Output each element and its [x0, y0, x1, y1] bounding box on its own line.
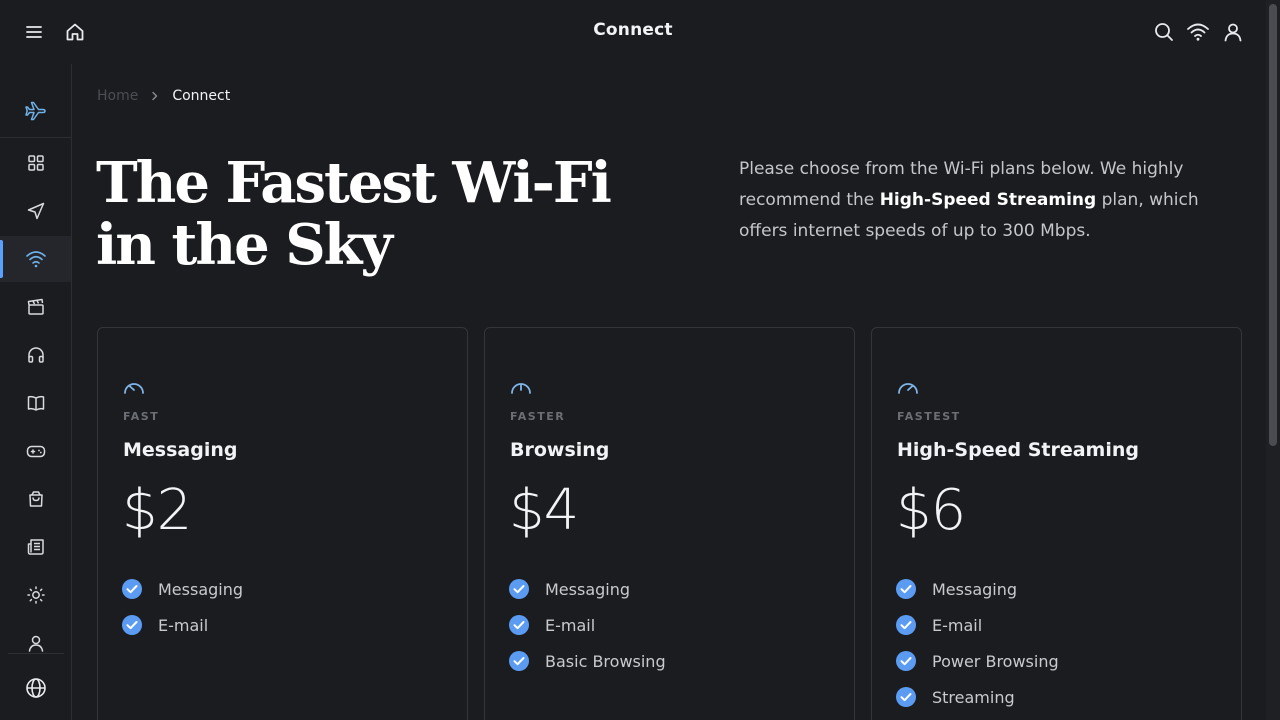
feature-label: Messaging: [158, 579, 244, 599]
feature-label: Streaming: [932, 687, 1015, 707]
user-icon: [26, 633, 46, 653]
search-icon[interactable]: [1150, 18, 1178, 46]
hero-description: Please choose from the Wi-Fi plans below…: [739, 154, 1239, 247]
feature-label: Messaging: [932, 579, 1018, 599]
sidebar: [0, 64, 72, 720]
check-circle-icon: [896, 651, 916, 671]
wifi-icon: [25, 249, 47, 269]
sidebar-item-dashboard[interactable]: [0, 140, 71, 186]
newspaper-icon: [26, 537, 46, 557]
feature-item: Messaging: [509, 571, 666, 607]
feature-label: Messaging: [545, 579, 631, 599]
sidebar-item-language[interactable]: [0, 665, 71, 711]
gamepad-icon: [25, 441, 47, 461]
plan-card-messaging[interactable]: FAST Messaging $2 Messaging E-mail: [97, 327, 468, 720]
check-circle-icon: [122, 615, 142, 635]
feature-label: Power Browsing: [932, 651, 1059, 671]
headphones-icon: [26, 345, 46, 365]
airplane-icon[interactable]: [0, 84, 71, 138]
plan-tier: FASTER: [510, 410, 566, 423]
speedometer-slow-icon: [122, 378, 146, 398]
sidebar-item-brightness[interactable]: [0, 572, 71, 618]
plan-card-browsing[interactable]: FASTER Browsing $4 Messaging E-mail Basi…: [484, 327, 855, 720]
feature-item: Basic Browsing: [509, 643, 666, 679]
sidebar-item-books[interactable]: [0, 380, 71, 426]
sidebar-item-shop[interactable]: [0, 476, 71, 522]
check-circle-icon: [896, 615, 916, 635]
check-circle-icon: [122, 579, 142, 599]
plan-tier: FAST: [123, 410, 160, 423]
check-circle-icon: [896, 579, 916, 599]
top-bar: Connect: [0, 0, 1266, 64]
plan-price: $2: [122, 478, 192, 543]
feature-label: E-mail: [158, 615, 209, 635]
feature-item: E-mail: [896, 607, 1059, 643]
scrollbar-thumb[interactable]: [1269, 4, 1277, 446]
sidebar-item-music[interactable]: [0, 332, 71, 378]
check-circle-icon: [509, 615, 529, 635]
plan-name: Browsing: [510, 439, 610, 461]
book-icon: [26, 393, 46, 413]
feature-item: Messaging: [896, 571, 1059, 607]
feature-item: E-mail: [509, 607, 666, 643]
sidebar-divider: [8, 653, 64, 654]
breadcrumb-home-link[interactable]: Home: [97, 88, 138, 104]
chevron-right-icon: [150, 91, 160, 101]
globe-icon: [25, 677, 47, 699]
feature-label: E-mail: [932, 615, 983, 635]
feature-item: E-mail: [122, 607, 243, 643]
grid-icon: [26, 153, 46, 173]
speedometer-medium-icon: [509, 378, 533, 398]
feature-item: Power Browsing: [896, 643, 1059, 679]
plan-tier: FASTEST: [897, 410, 961, 423]
plan-features: Messaging E-mail Power Browsing Streamin…: [896, 571, 1059, 715]
recommended-plan-highlight: High-Speed Streaming: [879, 190, 1097, 210]
account-icon[interactable]: [1219, 18, 1247, 46]
breadcrumb: Home Connect: [97, 88, 230, 104]
page-title: Connect: [593, 20, 673, 40]
feature-item: Messaging: [122, 571, 243, 607]
plan-name: High-Speed Streaming: [897, 439, 1139, 461]
breadcrumb-current: Connect: [172, 88, 231, 104]
check-circle-icon: [896, 687, 916, 707]
plan-features: Messaging E-mail Basic Browsing: [509, 571, 666, 679]
sun-icon: [26, 585, 46, 605]
plan-price: $6: [896, 478, 966, 543]
hero-title: The Fastest Wi-Fi in the Sky: [96, 150, 612, 278]
plan-name: Messaging: [123, 439, 238, 461]
speedometer-fast-icon: [896, 378, 920, 398]
feature-label: Basic Browsing: [545, 651, 666, 671]
sidebar-item-movies[interactable]: [0, 284, 71, 330]
check-circle-icon: [509, 579, 529, 599]
clapperboard-icon: [26, 297, 46, 317]
scrollbar[interactable]: [1266, 0, 1280, 720]
sidebar-item-games[interactable]: [0, 428, 71, 474]
sidebar-item-connect[interactable]: [0, 236, 71, 282]
plan-card-high-speed-streaming[interactable]: FASTEST High-Speed Streaming $6 Messagin…: [871, 327, 1242, 720]
plan-price: $4: [509, 478, 579, 543]
feature-item: Streaming: [896, 679, 1059, 715]
sidebar-item-news[interactable]: [0, 524, 71, 570]
wifi-status-icon[interactable]: [1184, 18, 1212, 46]
check-circle-icon: [509, 651, 529, 671]
sidebar-item-profile[interactable]: [0, 620, 71, 666]
sidebar-item-flight-map[interactable]: [0, 188, 71, 234]
navigation-icon: [26, 201, 46, 221]
plan-features: Messaging E-mail: [122, 571, 243, 643]
shopping-bag-icon: [26, 489, 46, 509]
feature-label: E-mail: [545, 615, 596, 635]
